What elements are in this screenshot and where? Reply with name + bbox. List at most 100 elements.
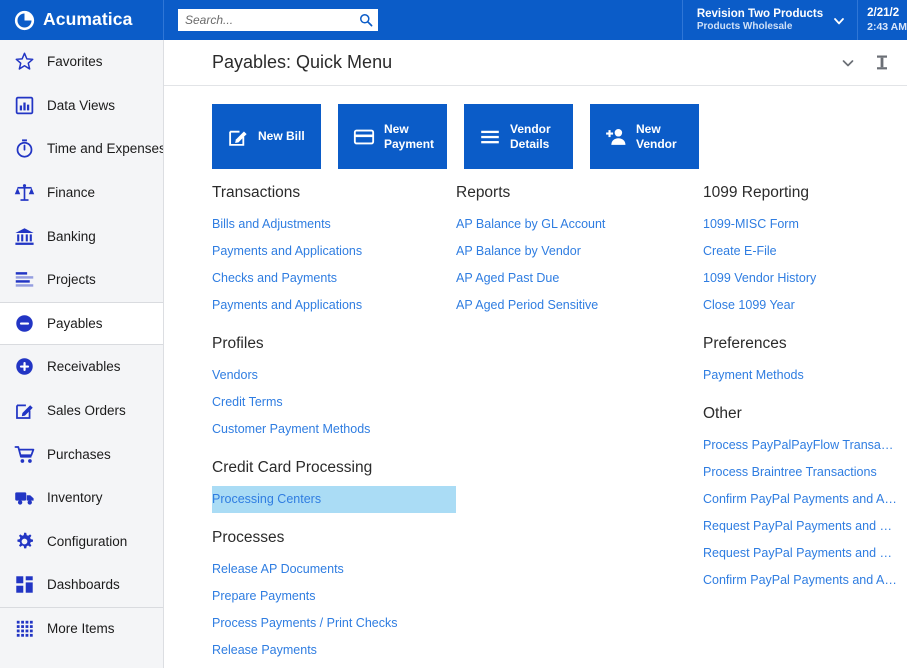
- menu-link[interactable]: Approve Bills for Payment: [212, 664, 456, 668]
- menu-column-2: Reports AP Balance by GL Account AP Balanc…: [456, 184, 703, 668]
- bank-icon: [13, 225, 35, 247]
- menu-link[interactable]: Process PayPalPayFlow Transa…: [703, 432, 907, 459]
- search-area: [164, 0, 378, 40]
- top-bar: Acumatica Revision Two Products Products…: [0, 0, 907, 40]
- dashboard-icon: [13, 574, 35, 596]
- company-selector[interactable]: Revision Two Products Products Wholesale: [681, 0, 859, 40]
- edit-square-icon: [13, 400, 35, 422]
- menu-link[interactable]: Vendors: [212, 362, 456, 389]
- chevron-down-icon[interactable]: [833, 14, 845, 26]
- menu-group: Processes Release AP Documents Prepare Pay…: [212, 516, 456, 668]
- menu-link[interactable]: Release AP Documents: [212, 556, 456, 583]
- tile-new-vendor[interactable]: New Vendor: [590, 104, 699, 169]
- tile-label: New Bill: [258, 129, 305, 144]
- tile-vendor-details[interactable]: Vendor Details: [464, 104, 573, 169]
- sidebar-item-payables[interactable]: Payables: [0, 301, 163, 346]
- menu-group-title: Transactions: [212, 184, 301, 201]
- sidebar-item-label: Configuration: [47, 533, 128, 549]
- menu-link[interactable]: Processing Centers: [212, 486, 456, 513]
- menu-link[interactable]: Customer Payment Methods: [212, 416, 456, 443]
- sidebar-item-purchases[interactable]: Purchases: [0, 432, 163, 476]
- page-header: Payables: Quick Menu: [164, 40, 907, 86]
- search-input[interactable]: [178, 9, 378, 31]
- menu-group-title: Processes: [212, 529, 285, 546]
- credit-card-icon: [352, 125, 375, 148]
- tile-label: New Vendor: [636, 122, 677, 151]
- sidebar-item-banking[interactable]: Banking: [0, 214, 163, 258]
- sidebar-item-receivables[interactable]: Receivables: [0, 345, 163, 389]
- menu-link[interactable]: Bills and Adjustments: [212, 211, 456, 238]
- clock: 2/21/2 2:43 AM: [858, 0, 907, 40]
- sidebar-item-more-items[interactable]: More Items: [0, 606, 163, 651]
- brand[interactable]: Acumatica: [0, 0, 164, 40]
- add-person-icon: [604, 125, 627, 148]
- grid-dots-icon: [13, 618, 35, 640]
- sidebar-item-label: Payables: [47, 315, 103, 331]
- sidebar-item-inventory[interactable]: Inventory: [0, 476, 163, 520]
- company-text: Revision Two Products Products Wholesale: [697, 7, 823, 34]
- menu-link[interactable]: Confirm PayPal Payments and A…: [703, 567, 907, 594]
- chevron-down-icon[interactable]: [837, 52, 859, 74]
- sidebar-item-data-views[interactable]: Data Views: [0, 84, 163, 128]
- scales-icon: [13, 182, 35, 204]
- menu-link[interactable]: Payments and Applications: [212, 238, 456, 265]
- star-icon: [13, 51, 35, 73]
- sidebar-item-label: Receivables: [47, 359, 121, 375]
- menu-link[interactable]: Prepare Payments: [212, 583, 456, 610]
- menu-group: 1099 Reporting 1099-MISC Form Create E-Fil…: [703, 184, 907, 319]
- menu-link[interactable]: 1099-MISC Form: [703, 211, 907, 238]
- sidebar-item-dashboards[interactable]: Dashboards: [0, 563, 163, 607]
- menu-link[interactable]: Close 1099 Year: [703, 292, 907, 319]
- menu-link[interactable]: Checks and Payments: [212, 265, 456, 292]
- sidebar-item-projects[interactable]: Projects: [0, 258, 163, 302]
- quick-action-tiles: New Bill New Payment Vendor Details New Ven…: [164, 86, 907, 169]
- sidebar-item-favorites[interactable]: Favorites: [0, 40, 163, 84]
- menu-link[interactable]: Payments and Applications: [212, 292, 456, 319]
- menu-link[interactable]: AP Aged Past Due: [456, 265, 703, 292]
- menu-link[interactable]: AP Balance by Vendor: [456, 238, 703, 265]
- menu-link[interactable]: Request PayPal Payments and …: [703, 513, 907, 540]
- menu-link[interactable]: Create E-File: [703, 238, 907, 265]
- menu-link[interactable]: Request PayPal Payments and …: [703, 540, 907, 567]
- truck-icon: [13, 487, 35, 509]
- sidebar-item-finance[interactable]: Finance: [0, 171, 163, 215]
- pin-icon[interactable]: [871, 52, 893, 74]
- menu-link[interactable]: AP Aged Period Sensitive: [456, 292, 703, 319]
- gear-icon: [13, 530, 35, 552]
- menu-link[interactable]: 1099 Vendor History: [703, 265, 907, 292]
- cart-icon: [13, 443, 35, 465]
- sidebar-item-sales-orders[interactable]: Sales Orders: [0, 389, 163, 433]
- search-icon[interactable]: [359, 13, 373, 27]
- menu-group: Reports AP Balance by GL Account AP Balanc…: [456, 184, 703, 319]
- sidebar-item-configuration[interactable]: Configuration: [0, 520, 163, 564]
- menu-link[interactable]: Payment Methods: [703, 362, 907, 389]
- sidebar-item-label: Time and Expenses: [47, 141, 164, 157]
- sidebar-item-label: Finance: [47, 185, 96, 201]
- menu-link[interactable]: Credit Terms: [212, 389, 456, 416]
- bar-chart-icon: [13, 94, 35, 116]
- sidebar-item-time-and-expenses[interactable]: Time and Expenses: [0, 127, 163, 171]
- menu-link[interactable]: Process Payments / Print Checks: [212, 610, 456, 637]
- minus-circle-icon: [13, 312, 35, 334]
- menu-group: Credit Card Processing Processing Centers: [212, 446, 456, 513]
- menu-link[interactable]: Release Payments: [212, 637, 456, 664]
- tile-new-payment[interactable]: New Payment: [338, 104, 447, 169]
- search-box[interactable]: [178, 9, 378, 31]
- menu-group-title: Credit Card Processing: [212, 459, 373, 476]
- menu-link[interactable]: Confirm PayPal Payments and A…: [703, 486, 907, 513]
- menu-column-1: Transactions Bills and Adjustments Payment…: [212, 184, 456, 668]
- sidebar-item-label: More Items: [47, 621, 115, 637]
- brand-name: Acumatica: [43, 9, 133, 30]
- menu-group-title: Reports: [456, 184, 511, 201]
- menu-group: Transactions Bills and Adjustments Payment…: [212, 184, 456, 319]
- plus-circle-icon: [13, 356, 35, 378]
- acumatica-logo-icon: [14, 10, 35, 31]
- menu-link[interactable]: Process Braintree Transactions: [703, 459, 907, 486]
- tile-new-bill[interactable]: New Bill: [212, 104, 321, 169]
- list-lines-icon: [478, 125, 501, 148]
- page-title: Payables: Quick Menu: [212, 52, 393, 72]
- menu-group-title: Profiles: [212, 335, 264, 352]
- sidebar: Favorites Data Views Time and Expenses Fina…: [0, 40, 164, 668]
- menu-link[interactable]: AP Balance by GL Account: [456, 211, 703, 238]
- sidebar-item-label: Banking: [47, 228, 96, 244]
